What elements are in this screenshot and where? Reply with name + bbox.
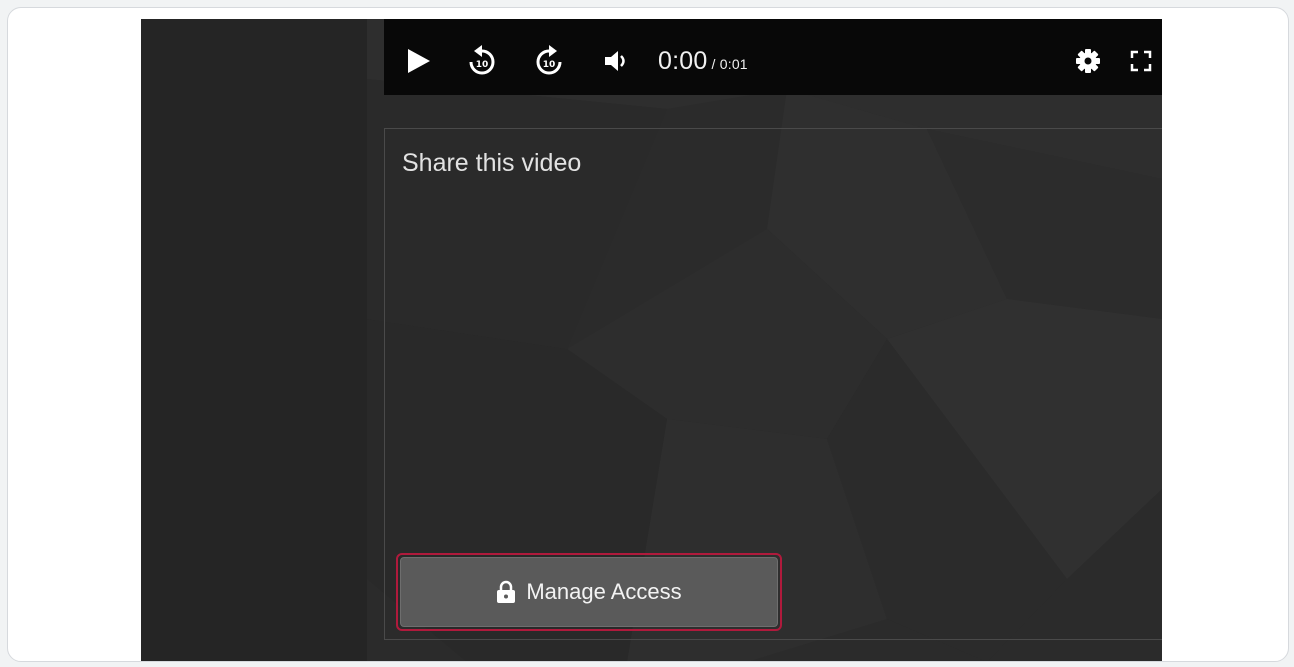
volume-button[interactable] <box>598 43 634 79</box>
svg-text:10: 10 <box>543 60 556 70</box>
forward-10-icon: 10 <box>536 45 562 75</box>
sidebar <box>141 19 367 661</box>
settings-button[interactable] <box>1070 43 1106 79</box>
play-button[interactable] <box>400 43 438 79</box>
svg-text:10: 10 <box>476 60 489 70</box>
rewind-10-button[interactable]: 10 <box>462 43 502 79</box>
app-window: 10 10 0:00 / 0:01 Share this video Manag… <box>141 19 1162 661</box>
settings-icon <box>1076 49 1100 73</box>
video-controls-bar: 10 10 0:00 / 0:01 <box>384 19 1162 95</box>
lock-icon <box>497 580 516 603</box>
share-title: Share this video <box>402 149 582 177</box>
rewind-10-icon: 10 <box>469 45 495 75</box>
manage-access-label: Manage Access <box>526 579 682 604</box>
fullscreen-button[interactable] <box>1126 43 1156 79</box>
duration-time: 0:01 <box>719 56 748 72</box>
current-time: 0:00 <box>658 47 708 75</box>
share-panel: Share this video Manage Access <box>384 128 1162 640</box>
time-display: 0:00 / 0:01 <box>658 44 748 81</box>
time-separator: / <box>707 56 720 72</box>
forward-10-button[interactable]: 10 <box>529 43 569 79</box>
main-content: 10 10 0:00 / 0:01 Share this video Manag… <box>367 19 1162 661</box>
play-icon <box>408 49 430 73</box>
manage-access-button[interactable]: Manage Access <box>400 557 778 627</box>
screenshot-frame: 10 10 0:00 / 0:01 Share this video Manag… <box>7 7 1289 662</box>
fullscreen-icon <box>1130 50 1152 72</box>
volume-icon <box>605 51 625 71</box>
